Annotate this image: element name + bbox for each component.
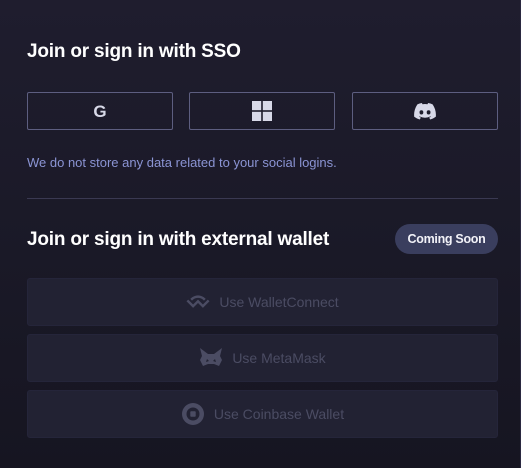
privacy-note: We do not store any data related to your… (27, 155, 337, 170)
google-sso-button[interactable]: G (27, 92, 173, 130)
coming-soon-badge: Coming Soon (395, 224, 498, 254)
walletconnect-button: Use WalletConnect (27, 278, 498, 326)
coinbase-icon (181, 402, 205, 426)
discord-icon (414, 102, 436, 120)
sso-button-row: G (27, 92, 498, 130)
sso-section-title: Join or sign in with SSO (27, 41, 241, 62)
coinbase-button: Use Coinbase Wallet (27, 390, 498, 438)
walletconnect-icon (186, 295, 210, 309)
walletconnect-label: Use WalletConnect (219, 294, 339, 310)
auth-panel: Join or sign in with SSO G We do not sto… (0, 0, 521, 468)
discord-sso-button[interactable] (352, 92, 498, 130)
coinbase-label: Use Coinbase Wallet (213, 406, 345, 422)
section-divider (27, 198, 498, 199)
microsoft-icon (252, 101, 272, 121)
google-icon: G (93, 101, 107, 121)
metamask-button: Use MetaMask (27, 334, 498, 382)
metamask-fox-icon (199, 347, 223, 369)
microsoft-sso-button[interactable] (189, 92, 335, 130)
wallet-section-title: Join or sign in with external wallet (27, 229, 330, 250)
metamask-label: Use MetaMask (232, 350, 326, 366)
